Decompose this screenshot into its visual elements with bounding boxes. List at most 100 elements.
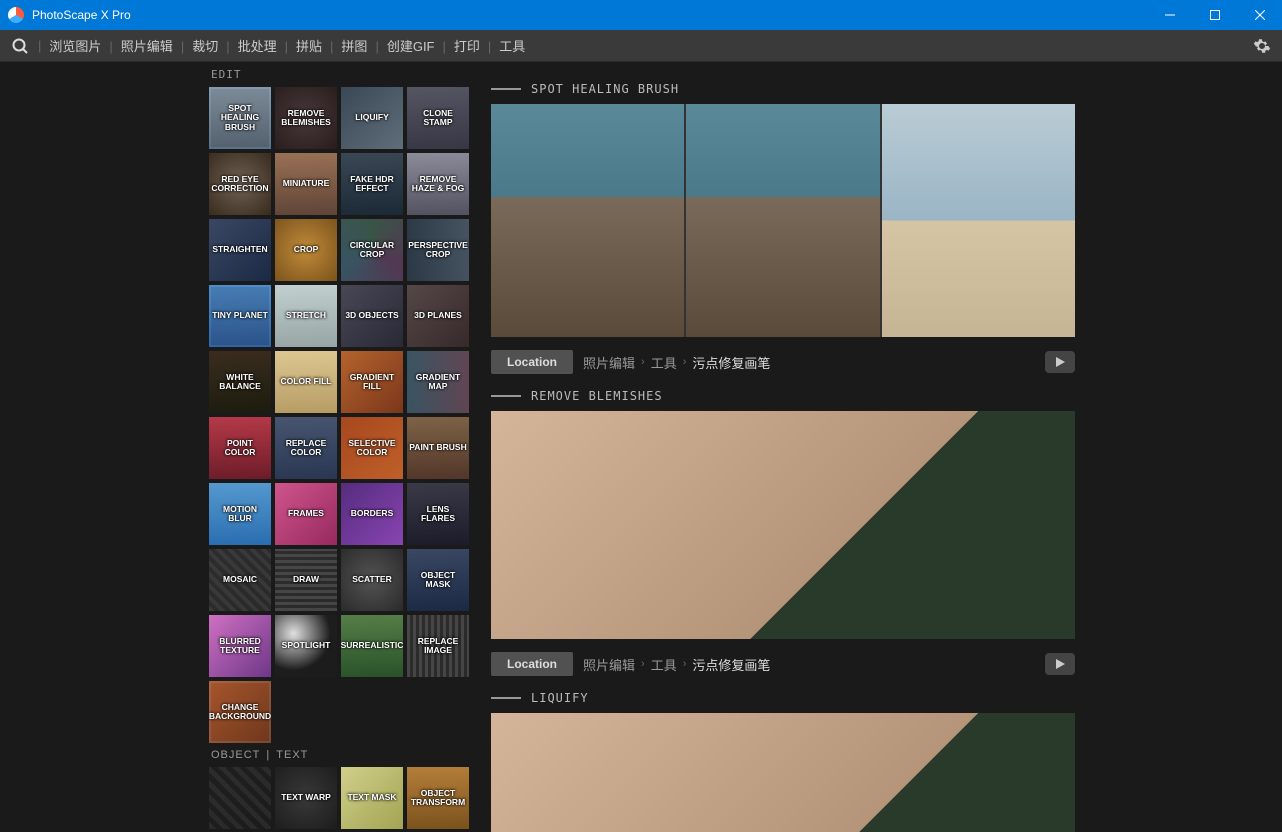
main-toolbar: | 浏览图片|照片编辑|裁切|批处理|拼贴|拼图|创建GIF|打印|工具 [0,30,1282,62]
nav-item-5[interactable]: 拼图 [339,36,369,57]
nav-divider: | [181,39,184,54]
nav-item-4[interactable]: 拼贴 [294,36,324,57]
thumb-spot-healing-brush[interactable]: SPOT HEALING BRUSH [209,87,271,149]
thumb-replace-image[interactable]: REPLACE IMAGE [407,615,469,677]
nav-item-8[interactable]: 工具 [497,36,527,57]
nav-item-7[interactable]: 打印 [452,36,482,57]
title-text: REMOVE BLEMISHES [531,389,663,403]
thumb-red-eye-correction[interactable]: RED EYE CORRECTION [209,153,271,215]
section-object-text: OBJECT | TEXT [207,747,475,763]
breadcrumb-item[interactable]: 污点修复画笔 [692,655,770,674]
block-title: REMOVE BLEMISHES [491,389,1078,403]
thumb-paint-brush[interactable]: PAINT BRUSH [407,417,469,479]
thumb-remove-blemishes[interactable]: REMOVE BLEMISHES [275,87,337,149]
breadcrumb-item[interactable]: 污点修复画笔 [692,353,770,372]
thumb-clone-stamp[interactable]: CLONE STAMP [407,87,469,149]
thumb-surrealistic[interactable]: SURREALISTIC [341,615,403,677]
thumb-frames[interactable]: FRAMES [275,483,337,545]
thumb-label: REMOVE HAZE & FOG [407,173,469,196]
thumb-crop[interactable]: CROP [275,219,337,281]
breadcrumb-item[interactable]: 照片编辑 [583,353,635,372]
thumb-remove-haze-fog[interactable]: REMOVE HAZE & FOG [407,153,469,215]
thumb-circular-crop[interactable]: CIRCULAR CROP [341,219,403,281]
thumb-label: CROP [292,243,321,256]
thumb-label: OBJECT MASK [407,569,469,592]
thumb-label: TINY PLANET [210,309,270,322]
thumb-change-background[interactable]: CHANGE BACKGROUND [209,681,271,743]
thumb-object-mask[interactable]: OBJECT MASK [407,549,469,611]
thumb-replace-color[interactable]: REPLACE COLOR [275,417,337,479]
preview-1 [491,411,1075,639]
thumb-straighten[interactable]: STRAIGHTEN [209,219,271,281]
preview-2 [491,713,1075,832]
preview-image [882,104,1075,337]
thumb-draw[interactable]: DRAW [275,549,337,611]
preview-image [491,713,1075,832]
thumb-perspective-crop[interactable]: PERSPECTIVE CROP [407,219,469,281]
thumb-point-color[interactable]: POINT COLOR [209,417,271,479]
thumb-borders[interactable]: BORDERS [341,483,403,545]
settings-button[interactable] [1250,34,1274,58]
preview-image [491,411,1075,639]
thumb-label: SCATTER [350,573,394,586]
thumb-label: CIRCULAR CROP [341,239,403,262]
breadcrumb-item[interactable]: 工具 [651,353,677,372]
thumb-miniature[interactable]: MINIATURE [275,153,337,215]
thumb-label: 3D PLANES [412,309,464,322]
breadcrumb-item[interactable]: 照片编辑 [583,655,635,674]
nav-divider: | [109,39,112,54]
thumb-3d-planes[interactable]: 3D PLANES [407,285,469,347]
video-button[interactable] [1045,351,1075,373]
nav-item-6[interactable]: 创建GIF [385,36,437,57]
location-bar: Location照片编辑›工具›污点修复画笔 [491,347,1075,377]
close-button[interactable] [1237,0,1282,30]
block-title: SPOT HEALING BRUSH [491,82,1078,96]
nav-item-3[interactable]: 批处理 [236,36,279,57]
thumb-text-warp[interactable]: TEXT WARP [275,767,337,829]
thumb-tiny-planet[interactable]: TINY PLANET [209,285,271,347]
thumb-item[interactable] [209,767,271,829]
section-object-label[interactable]: OBJECT [211,749,260,761]
thumb-text-mask[interactable]: TEXT MASK [341,767,403,829]
thumb-fake-hdr-effect[interactable]: FAKE HDR EFFECT [341,153,403,215]
close-icon [1255,10,1265,20]
thumb-lens-flares[interactable]: LENS FLARES [407,483,469,545]
maximize-icon [1210,10,1220,20]
block-title: LIQUIFY [491,691,1078,705]
thumb-white-balance[interactable]: WHITE BALANCE [209,351,271,413]
nav-item-0[interactable]: 浏览图片 [47,36,103,57]
thumbs-panel: EDIT SPOT HEALING BRUSHREMOVE BLEMISHESL… [207,62,475,832]
location-badge: Location [491,350,573,374]
thumb-liquify[interactable]: LIQUIFY [341,87,403,149]
thumb-selective-color[interactable]: SELECTIVE COLOR [341,417,403,479]
thumb-3d-objects[interactable]: 3D OBJECTS [341,285,403,347]
thumb-object-transform[interactable]: OBJECT TRANSFORM [407,767,469,829]
thumb-label: POINT COLOR [209,437,271,460]
content-panel[interactable]: SPOT HEALING BRUSHLocation照片编辑›工具›污点修复画笔… [475,62,1082,832]
thumb-stretch[interactable]: STRETCH [275,285,337,347]
breadcrumb-item[interactable]: 工具 [651,655,677,674]
thumb-scatter[interactable]: SCATTER [341,549,403,611]
preview-0 [491,104,1075,337]
thumb-color-fill[interactable]: COLOR FILL [275,351,337,413]
thumb-spotlight[interactable]: SPOTLIGHT [275,615,337,677]
thumb-blurred-texture[interactable]: BLURRED TEXTURE [209,615,271,677]
maximize-button[interactable] [1192,0,1237,30]
title-text: LIQUIFY [531,691,589,705]
minimize-button[interactable] [1147,0,1192,30]
video-button[interactable] [1045,653,1075,675]
thumb-gradient-fill[interactable]: GRADIENT FILL [341,351,403,413]
edit-thumb-grid: SPOT HEALING BRUSHREMOVE BLEMISHESLIQUIF… [207,83,475,747]
thumb-label: SPOTLIGHT [280,639,333,652]
search-button[interactable] [8,34,32,58]
thumb-gradient-map[interactable]: GRADIENT MAP [407,351,469,413]
thumb-mosaic[interactable]: MOSAIC [209,549,271,611]
section-text-label[interactable]: TEXT [276,749,308,761]
thumb-label: PERSPECTIVE CROP [407,239,469,262]
thumb-label: STRETCH [284,309,328,322]
text-thumb-grid: TEXT WARPTEXT MASKOBJECT TRANSFORM [207,763,475,832]
nav-item-2[interactable]: 裁切 [190,36,220,57]
thumb-motion-blur[interactable]: MOTION BLUR [209,483,271,545]
nav-item-1[interactable]: 照片编辑 [119,36,175,57]
titlebar: PhotoScape X Pro [0,0,1282,30]
